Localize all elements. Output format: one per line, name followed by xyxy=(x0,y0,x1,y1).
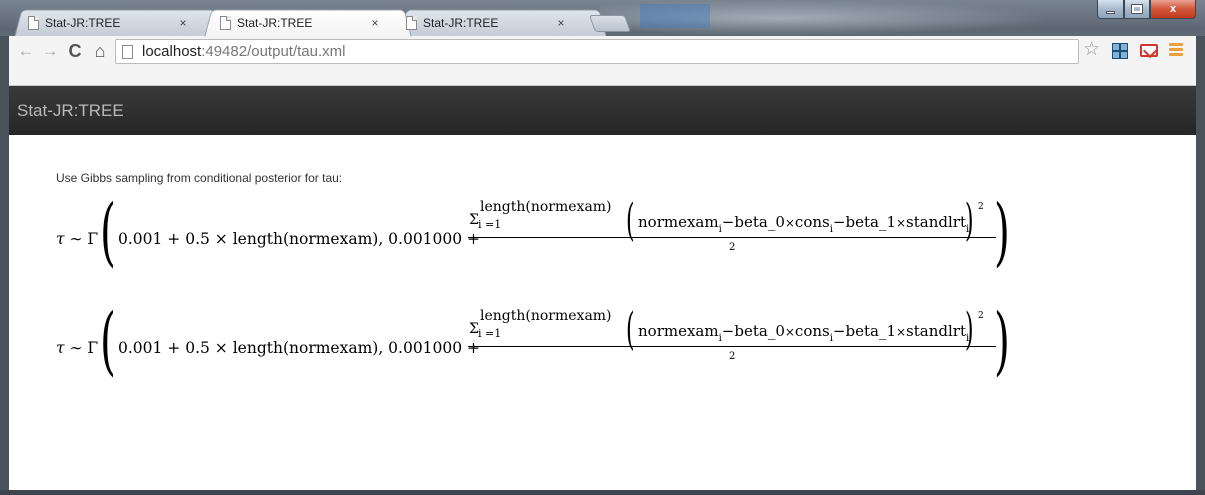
window-frame-left xyxy=(0,36,9,495)
left-paren: ( xyxy=(100,298,116,384)
right-paren: ) xyxy=(994,189,1010,275)
page-icon xyxy=(406,15,417,30)
close-icon: x xyxy=(1169,3,1177,15)
maximize-icon xyxy=(1131,4,1143,14)
home-icon[interactable]: ⌂ xyxy=(91,41,109,61)
fraction-bar xyxy=(468,237,996,238)
sum-lower-limit: i =1 xyxy=(478,218,502,231)
browser-toolbar: ← → C ⌂ localhost:49482/output/tau.xml ☆ xyxy=(9,36,1196,86)
sum-lower-limit: i =1 xyxy=(478,327,502,340)
left-paren: ( xyxy=(100,189,116,275)
tab-title: Stat-JR:TREE xyxy=(237,15,313,30)
forward-arrow-icon[interactable]: → xyxy=(41,41,59,61)
tab-2-active[interactable]: Stat-JR:TREE × xyxy=(220,9,381,36)
page-icon xyxy=(220,15,231,30)
gamma-args: 0.001 + 0.5 × length(normexam), 0.001000… xyxy=(118,339,481,357)
exponent: 2 xyxy=(978,311,984,321)
denominator: 2 xyxy=(729,242,736,253)
minimize-icon xyxy=(1106,10,1115,14)
tab-close-icon[interactable]: × xyxy=(555,16,567,30)
minimize-button[interactable] xyxy=(1097,0,1124,19)
gamma-args: 0.001 + 0.5 × length(normexam), 0.001000… xyxy=(118,230,481,248)
numerator-expression: normexami−beta_0×consi−beta_1×standlrti xyxy=(638,213,970,235)
gmail-icon[interactable] xyxy=(1140,44,1158,57)
denominator: 2 xyxy=(729,351,736,362)
tab-title: Stat-JR:TREE xyxy=(45,15,121,30)
app-header: Stat-JR:TREE xyxy=(9,86,1196,135)
reload-icon[interactable]: C xyxy=(66,41,84,61)
app-brand[interactable]: Stat-JR:TREE xyxy=(17,101,124,121)
address-bar[interactable]: localhost:49482/output/tau.xml xyxy=(115,39,1079,64)
equation-2: τ ∼ Γ ( 0.001 + 0.5 × length(normexam), … xyxy=(56,304,1016,388)
tab-1[interactable]: Stat-JR:TREE × xyxy=(28,9,189,36)
window-controls: x xyxy=(1097,0,1196,20)
url-host: localhost xyxy=(142,43,202,60)
maximize-button[interactable] xyxy=(1124,0,1150,19)
numerator-expression: normexami−beta_0×consi−beta_1×standlrti xyxy=(638,322,970,344)
tab-title: Stat-JR:TREE xyxy=(423,15,499,30)
close-window-button[interactable]: x xyxy=(1150,0,1196,19)
menu-icon[interactable] xyxy=(1169,43,1183,57)
tab-close-icon[interactable]: × xyxy=(177,16,189,30)
page-icon xyxy=(122,44,133,59)
sum-upper-limit: length(normexam) xyxy=(480,199,612,215)
intro-text: Use Gibbs sampling from conditional post… xyxy=(56,171,343,185)
exponent: 2 xyxy=(978,202,984,212)
page-icon xyxy=(28,15,39,30)
equation-lhs: τ ∼ Γ xyxy=(56,339,99,357)
equation-lhs: τ ∼ Γ xyxy=(56,230,99,248)
bookmark-star-icon[interactable]: ☆ xyxy=(1083,40,1100,60)
right-paren: ) xyxy=(994,298,1010,384)
window-frame-right xyxy=(1196,36,1205,495)
url-path: :49482/output/tau.xml xyxy=(201,43,346,60)
back-arrow-icon[interactable]: ← xyxy=(17,41,35,61)
extension-grid-icon[interactable] xyxy=(1112,43,1128,59)
fraction-bar xyxy=(468,346,996,347)
equation-1: τ ∼ Γ ( 0.001 + 0.5 × length(normexam), … xyxy=(56,195,1016,279)
window-frame-bottom xyxy=(0,490,1205,495)
sum-upper-limit: length(normexam) xyxy=(480,308,612,324)
new-tab-button[interactable] xyxy=(588,15,632,32)
main-content: Use Gibbs sampling from conditional post… xyxy=(9,135,1196,490)
tab-3[interactable]: Stat-JR:TREE × xyxy=(406,9,567,36)
tab-close-icon[interactable]: × xyxy=(369,16,381,30)
